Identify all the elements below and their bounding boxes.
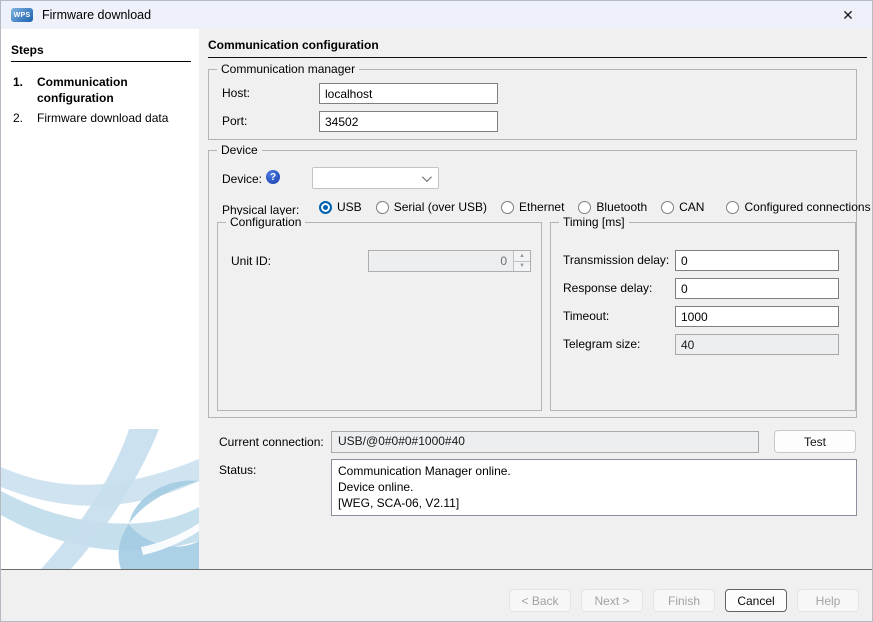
window-title: Firmware download [42,8,151,22]
steps-list: 1. Communication configuration 2. Firmwa… [1,72,199,129]
status-box: Communication Manager online. Device onl… [331,459,857,516]
step-number: 1. [13,74,37,106]
radio-can[interactable]: CAN [661,200,704,214]
group-title: Timing [ms] [559,215,629,229]
steps-heading: Steps [11,43,191,62]
response-delay-label: Response delay: [563,281,652,295]
radio-usb[interactable]: USB [319,200,362,214]
radio-label: Serial (over USB) [394,200,487,214]
step-label: Communication configuration [37,74,191,106]
step-item-firmware-download-data: 2. Firmware download data [1,108,199,128]
spin-down-icon: ▼ [514,261,530,272]
radio-icon [319,201,332,214]
chevron-down-icon [422,172,432,182]
next-button: Next > [581,589,643,612]
step-number: 2. [13,110,37,126]
timeout-label: Timeout: [563,309,609,323]
radio-label: Bluetooth [596,200,647,214]
group-title: Communication manager [217,62,359,76]
transmission-delay-label: Transmission delay: [563,253,669,267]
status-line: [WEG, SCA-06, V2.11] [338,495,850,511]
decorative-swoosh-graphic [1,429,199,569]
response-delay-input[interactable] [675,278,839,299]
group-title: Device [217,143,262,157]
physical-layer-radio-group: USB Serial (over USB) Ethernet Bluetooth… [319,200,871,214]
step-label: Firmware download data [37,110,191,126]
timing-group: Timing [ms] Transmission delay: Response… [550,222,856,411]
spinner-buttons: ▲ ▼ [513,251,530,271]
radio-configured-connections[interactable]: Configured connections [726,200,870,214]
test-button[interactable]: Test [774,430,856,453]
radio-icon [726,201,739,214]
radio-icon [376,201,389,214]
device-dropdown[interactable] [312,167,439,189]
port-input[interactable] [319,111,498,132]
radio-label: USB [337,200,362,214]
cancel-button[interactable]: Cancel [725,589,787,612]
help-button: Help [797,589,859,612]
radio-label: CAN [679,200,704,214]
back-button: < Back [509,589,571,612]
current-connection-label: Current connection: [219,435,324,449]
wizard-footer: < Back Next > Finish Cancel Help [1,569,873,622]
status-line: Device online. [338,479,850,495]
radio-icon [501,201,514,214]
radio-ethernet[interactable]: Ethernet [501,200,564,214]
unit-id-value: 0 [369,251,513,271]
steps-sidebar: Steps 1. Communication configuration 2. … [1,29,199,569]
device-label: Device: [222,172,262,186]
close-icon[interactable]: ✕ [838,5,858,25]
step-item-communication-configuration: 1. Communication configuration [1,72,199,108]
radio-icon [661,201,674,214]
radio-serial-over-usb[interactable]: Serial (over USB) [376,200,487,214]
port-label: Port: [222,114,247,128]
group-title: Configuration [226,215,305,229]
finish-button: Finish [653,589,715,612]
unit-id-stepper: 0 ▲ ▼ [368,250,531,272]
help-icon[interactable]: ? [266,170,280,184]
radio-bluetooth[interactable]: Bluetooth [578,200,647,214]
communication-manager-group: Communication manager Host: Port: [208,69,857,140]
radio-label: Configured connections [744,200,870,214]
host-label: Host: [222,86,250,100]
status-label: Status: [219,463,256,477]
telegram-size-label: Telegram size: [563,337,640,351]
radio-label: Ethernet [519,200,564,214]
status-line: Communication Manager online. [338,463,850,479]
radio-icon [578,201,591,214]
current-connection-field: USB/@0#0#0#1000#40 [331,431,759,453]
spin-up-icon: ▲ [514,251,530,261]
timeout-input[interactable] [675,306,839,327]
telegram-size-input [675,334,839,355]
titlebar: WPS Firmware download ✕ [1,1,872,29]
host-input[interactable] [319,83,498,104]
main-panel: Communication configuration Communicatio… [199,29,873,569]
device-group: Device Device: ? Physical layer: USB Ser… [208,150,857,418]
page-title: Communication configuration [208,38,867,58]
transmission-delay-input[interactable] [675,250,839,271]
firmware-download-dialog: WPS Firmware download ✕ Steps 1. Communi… [0,0,873,622]
wps-logo-icon: WPS [11,8,33,22]
unit-id-label: Unit ID: [231,254,271,268]
configuration-group: Configuration Unit ID: 0 ▲ ▼ [217,222,542,411]
